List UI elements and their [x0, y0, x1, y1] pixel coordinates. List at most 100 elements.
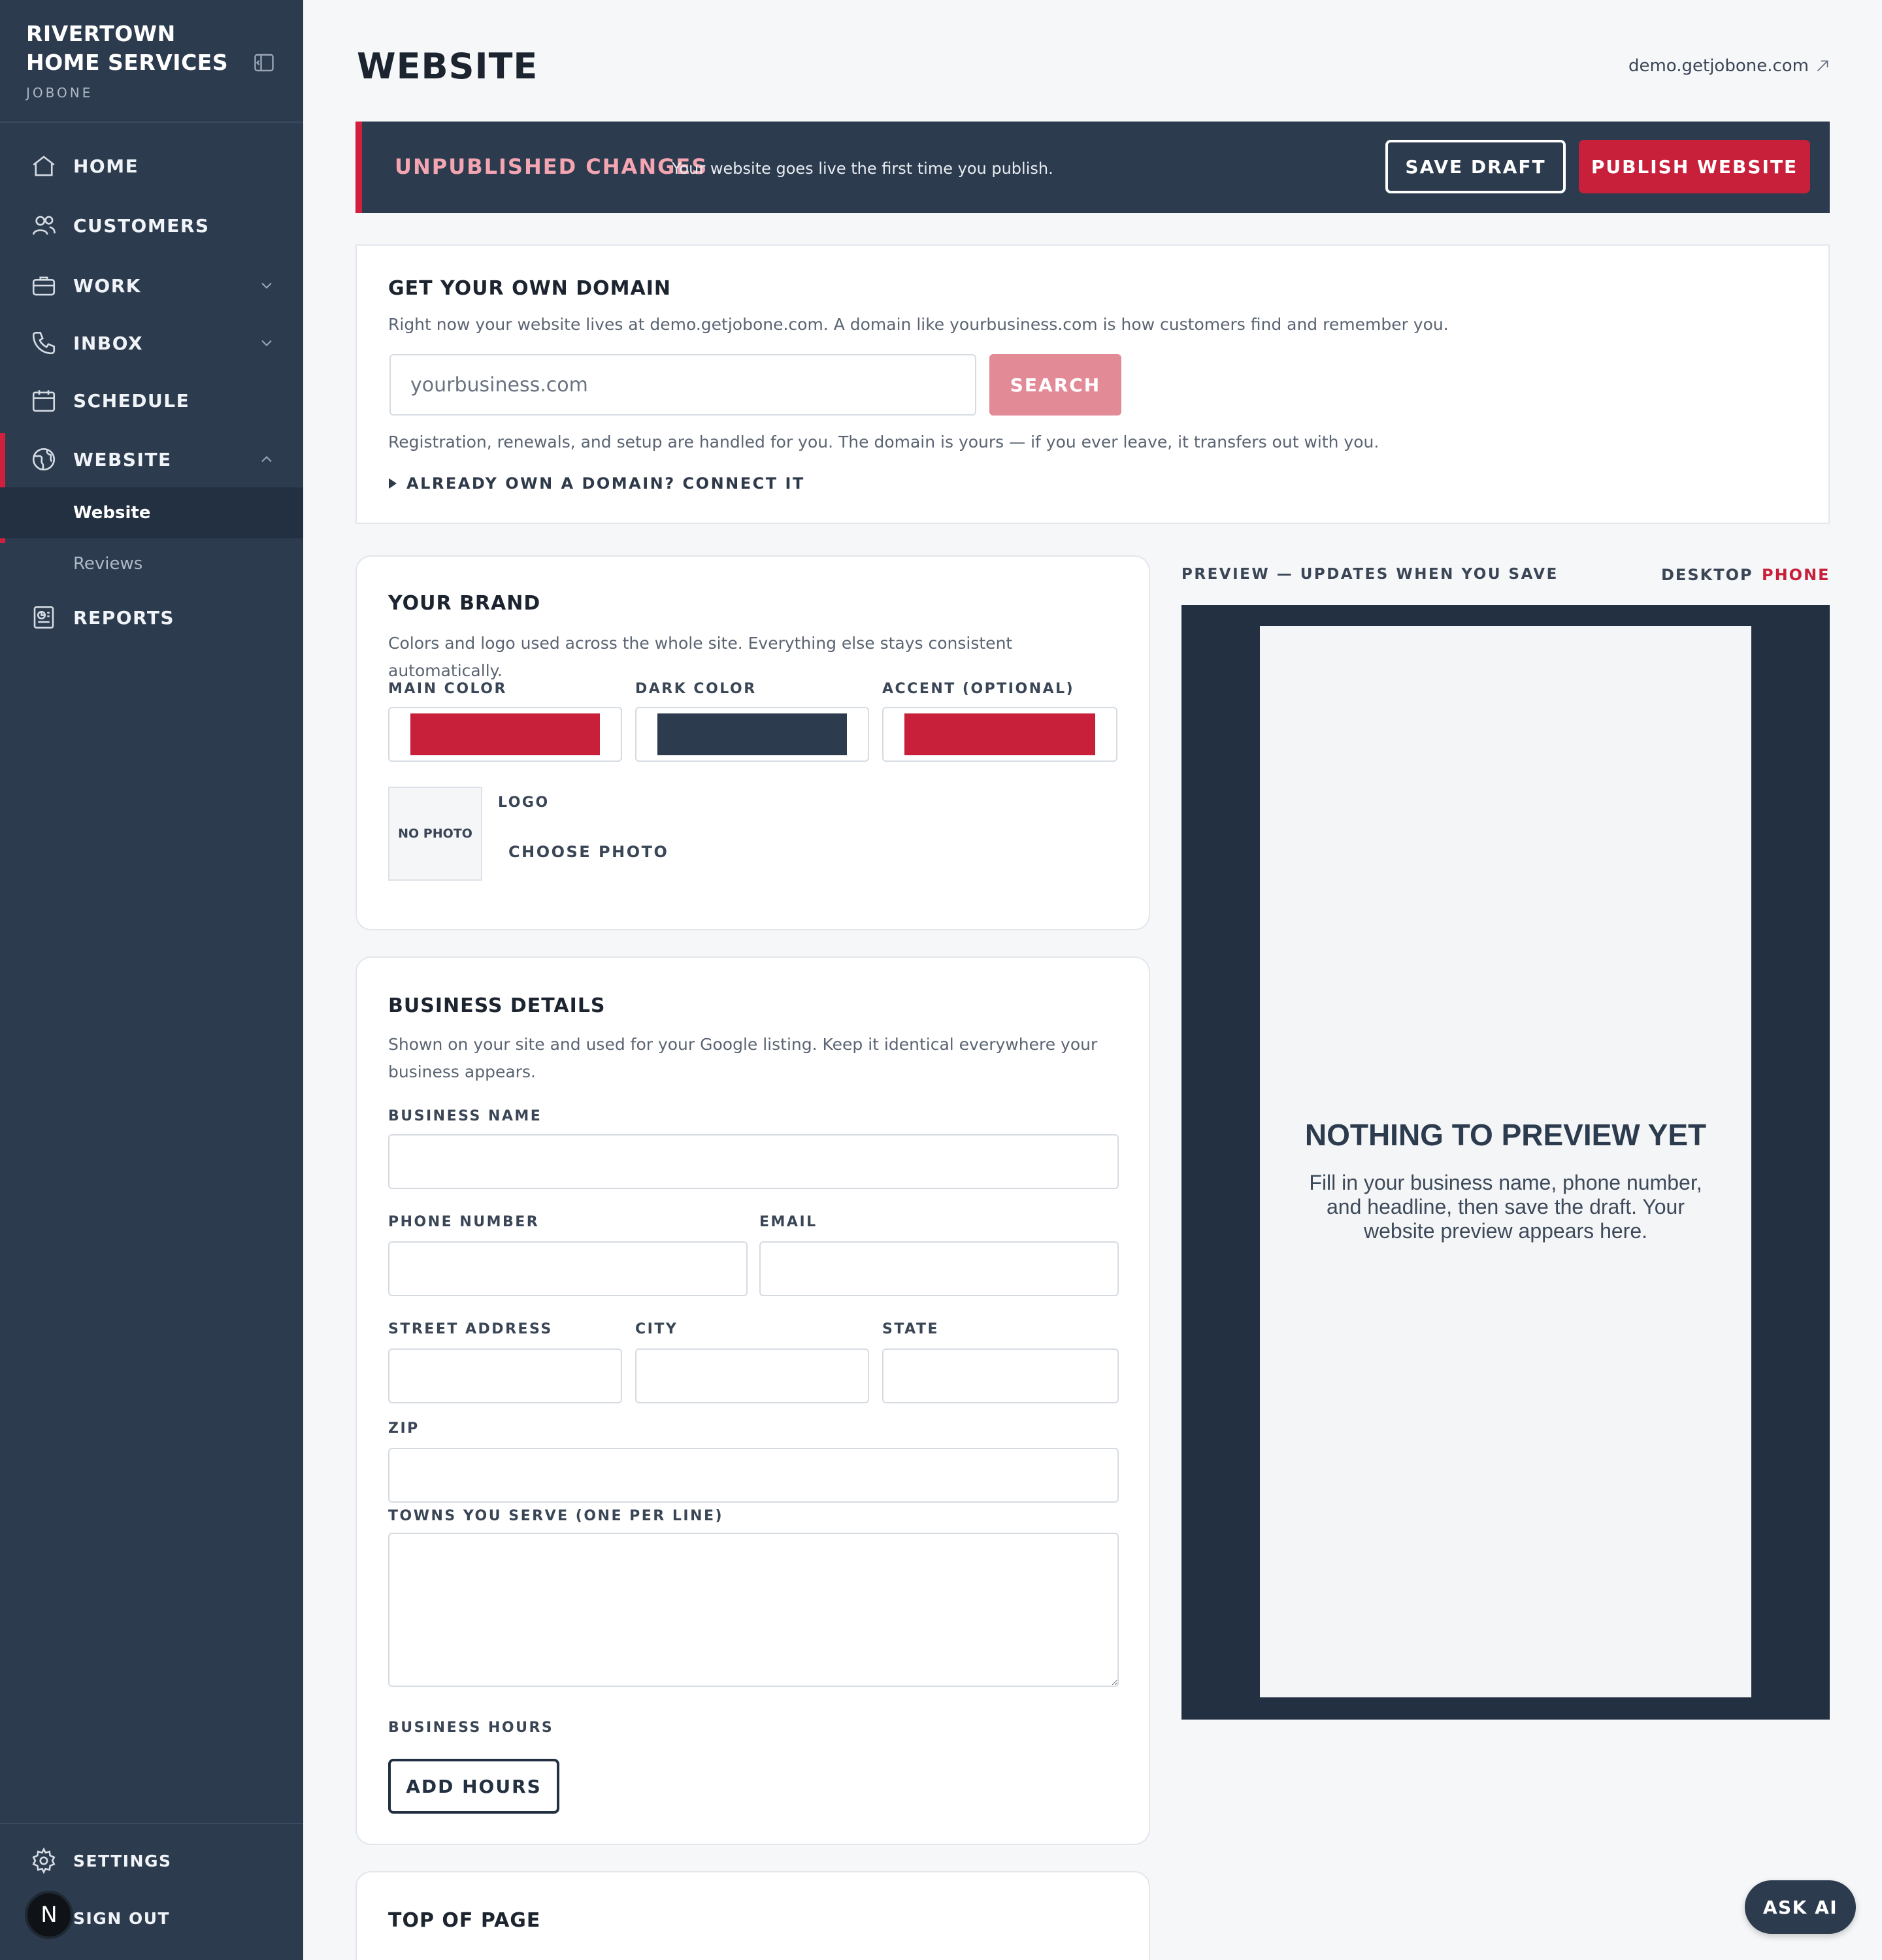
state-input[interactable] [882, 1348, 1119, 1403]
sidebar-item-inbox[interactable]: INBOX [0, 317, 303, 369]
domain-card-title: GET YOUR OWN DOMAIN [388, 277, 671, 300]
preview-phone-screen: NOTHING TO PREVIEW YET Fill in your busi… [1260, 626, 1751, 1697]
brand-name: RIVERTOWN HOME SERVICES [26, 21, 229, 75]
domain-card-desc: Right now your website lives at demo.get… [388, 315, 1449, 334]
zip-label: ZIP [388, 1420, 420, 1437]
preview-label: PREVIEW — UPDATES WHEN YOU SAVE [1181, 566, 1559, 583]
sidebar-item-website[interactable]: WEBSITE [0, 433, 303, 543]
city-label: CITY [635, 1321, 678, 1337]
sidebar-item-label: SIGN OUT [73, 1908, 171, 1928]
publish-website-button[interactable]: PUBLISH WEBSITE [1579, 140, 1810, 193]
email-input[interactable] [759, 1241, 1119, 1296]
email-label: EMAIL [759, 1214, 817, 1230]
accent-color-swatch [904, 713, 1095, 755]
avatar[interactable]: N [25, 1891, 73, 1939]
triangle-right-icon [389, 478, 397, 489]
save-draft-button[interactable]: SAVE DRAFT [1385, 140, 1566, 193]
sidebar-item-label: CUSTOMERS [73, 214, 210, 237]
state-label: STATE [882, 1321, 939, 1337]
collapse-sidebar-icon[interactable] [252, 51, 276, 74]
business-name-input[interactable] [388, 1134, 1119, 1189]
sidebar-subitem-label: Website [73, 503, 151, 523]
sidebar-item-settings[interactable]: SETTINGS [0, 1835, 303, 1887]
brand-card: YOUR BRAND Colors and logo used across t… [355, 555, 1150, 930]
accent-color-label: ACCENT (OPTIONAL) [882, 681, 1075, 697]
page-title: WEBSITE [357, 46, 538, 87]
home-icon [30, 152, 58, 180]
ask-ai-button[interactable]: ASK AI [1745, 1880, 1856, 1934]
sidebar: RIVERTOWN HOME SERVICES JOBONE HOME CUST… [0, 0, 303, 1960]
business-details-card: BUSINESS DETAILS Shown on your site and … [355, 956, 1150, 1845]
briefcase-icon [30, 272, 58, 299]
brand: RIVERTOWN HOME SERVICES JOBONE [26, 20, 248, 101]
business-card-title: BUSINESS DETAILS [388, 994, 606, 1017]
dark-color-label: DARK COLOR [635, 681, 757, 697]
connect-domain-toggle[interactable]: ALREADY OWN A DOMAIN? CONNECT IT [388, 474, 805, 493]
city-input[interactable] [635, 1348, 869, 1403]
street-input[interactable] [388, 1348, 622, 1403]
brand-card-desc: Colors and logo used across the whole si… [388, 634, 1013, 680]
sidebar-item-label: SETTINGS [73, 1851, 172, 1870]
logo-label: LOGO [498, 794, 550, 811]
sidebar-subitem-label: Reviews [73, 554, 143, 574]
business-card-desc: Shown on your site and used for your Goo… [388, 1035, 1098, 1081]
preview-empty-text: Fill in your business name, phone number… [1309, 1171, 1702, 1243]
sidebar-item-label: WORK [73, 274, 141, 297]
globe-icon [30, 446, 58, 473]
sidebar-item-label: SCHEDULE [73, 389, 190, 412]
dark-color-swatch [657, 713, 847, 755]
domain-search-input[interactable]: yourbusiness.com [389, 354, 976, 416]
sidebar-divider [0, 1823, 303, 1824]
report-icon [30, 604, 58, 631]
unpublished-banner: UNPUBLISHED CHANGES Your website goes li… [355, 122, 1830, 213]
street-label: STREET ADDRESS [388, 1321, 553, 1337]
main-color-swatch [410, 713, 600, 755]
domain-card: GET YOUR OWN DOMAIN Right now your websi… [355, 244, 1830, 524]
chevron-down-icon [257, 334, 276, 352]
tab-desktop[interactable]: DESKTOP [1661, 566, 1753, 584]
sidebar-subitem-website[interactable]: Website [0, 487, 303, 538]
preview-empty-title: NOTHING TO PREVIEW YET [1304, 1118, 1707, 1152]
phone-input[interactable] [388, 1241, 748, 1296]
gear-icon [30, 1847, 58, 1874]
chevron-up-icon [257, 450, 276, 468]
banner-title: UNPUBLISHED CHANGES [395, 154, 708, 179]
towns-label: TOWNS YOU SERVE (ONE PER LINE) [388, 1508, 724, 1524]
phone-icon [30, 329, 58, 357]
top-of-page-title: TOP OF PAGE [388, 1909, 541, 1932]
zip-input[interactable] [388, 1448, 1119, 1503]
site-link[interactable]: demo.getjobone.com [1628, 56, 1831, 76]
add-hours-button[interactable]: ADD HOURS [388, 1759, 559, 1814]
sidebar-item-customers[interactable]: CUSTOMERS [0, 199, 303, 252]
sidebar-item-schedule[interactable]: SCHEDULE [0, 374, 303, 427]
domain-note: Registration, renewals, and setup are ha… [388, 433, 1379, 451]
site-link-text: demo.getjobone.com [1628, 56, 1809, 76]
preview-frame: NOTHING TO PREVIEW YET Fill in your busi… [1181, 605, 1830, 1720]
tab-phone[interactable]: PHONE [1762, 566, 1830, 584]
sidebar-subitem-reviews[interactable]: Reviews [0, 538, 303, 589]
sidebar-item-label: HOME [73, 155, 139, 177]
sidebar-item-label: REPORTS [73, 606, 175, 629]
users-icon [30, 212, 58, 239]
choose-photo-button[interactable]: CHOOSE PHOTO [508, 843, 669, 861]
calendar-icon [30, 387, 58, 414]
accent-color-picker[interactable] [882, 707, 1117, 762]
towns-textarea[interactable] [388, 1533, 1119, 1687]
external-link-icon [1817, 60, 1828, 72]
sidebar-item-label: INBOX [73, 332, 144, 354]
brand-subtitle: JOBONE [26, 85, 93, 101]
domain-search-button[interactable]: SEARCH [989, 354, 1121, 416]
brand-card-title: YOUR BRAND [388, 592, 541, 615]
sidebar-item-home[interactable]: HOME [0, 140, 303, 192]
business-hours-label: BUSINESS HOURS [388, 1720, 554, 1736]
phone-label: PHONE NUMBER [388, 1214, 540, 1230]
logo-placeholder: NO PHOTO [388, 787, 482, 881]
sidebar-item-reports[interactable]: REPORTS [0, 591, 303, 644]
main-color-picker[interactable] [388, 707, 622, 762]
sidebar-item-work[interactable]: WORK [0, 259, 303, 312]
main-color-label: MAIN COLOR [388, 681, 507, 697]
business-name-label: BUSINESS NAME [388, 1108, 542, 1124]
dark-color-picker[interactable] [635, 707, 869, 762]
connect-domain-label: ALREADY OWN A DOMAIN? CONNECT IT [406, 474, 805, 493]
banner-text: Your website goes live the first time yo… [672, 159, 1053, 178]
